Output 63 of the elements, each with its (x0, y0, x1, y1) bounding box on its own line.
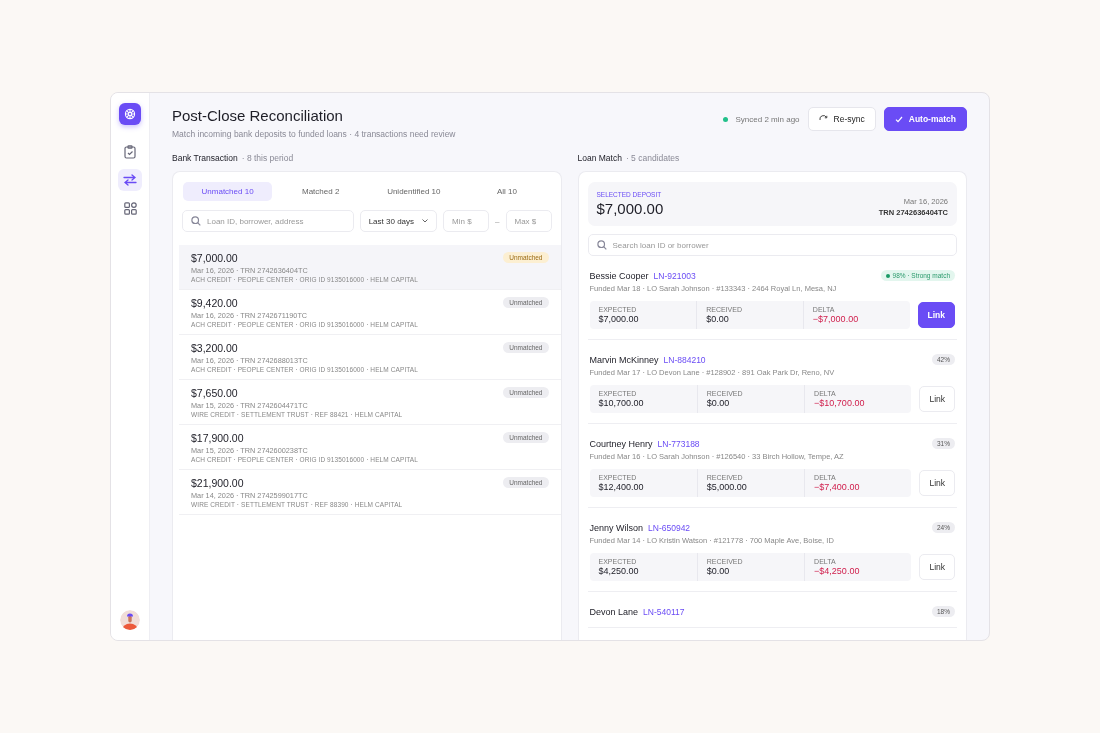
received-amount: $0.00 (706, 398, 731, 408)
page-title: Post-Close Reconciliation (172, 107, 344, 124)
filter-tab[interactable]: All 10 (462, 182, 552, 201)
borrower-name: Devon Lane (589, 606, 639, 617)
delta-amount: −$10,700.00 (814, 398, 866, 408)
check-icon (894, 115, 903, 123)
filter-tab[interactable]: Unmatched 10 (183, 182, 273, 201)
delta-amount: −$7,400.00 (814, 482, 861, 492)
loan-id-link[interactable]: LN-650942 (648, 522, 691, 533)
borrower-name: Courtney Henry (589, 438, 653, 449)
loan-id-link[interactable]: LN-540117 (643, 606, 685, 617)
search-field[interactable]: Loan ID, borrower, address (182, 210, 354, 232)
link-button[interactable]: Link (919, 386, 955, 412)
loan-id-link[interactable]: LN-921003 (653, 270, 696, 281)
resync-button[interactable]: Re-sync (807, 107, 876, 131)
delta-amount: −$7,000.00 (812, 314, 860, 324)
avatar-icon[interactable] (120, 610, 140, 630)
min-amount-field[interactable]: Min $ (443, 210, 490, 232)
status-dot-icon (722, 116, 728, 122)
link-button[interactable]: Link (919, 470, 955, 496)
search-icon (596, 240, 607, 250)
section-count: · 8 this period (241, 153, 294, 163)
section-title: Loan Match (577, 153, 622, 163)
borrower-name: Bessie Cooper (589, 270, 649, 281)
expected-amount: $4,250.00 (598, 566, 640, 576)
link-button[interactable]: Link (917, 302, 955, 328)
loan-search-field[interactable]: Search loan ID or borrower (587, 234, 957, 256)
loan-id-link[interactable]: LN-884210 (663, 354, 706, 365)
transaction-amount: $21,900.00 (191, 477, 245, 489)
transaction-amount: $17,900.00 (191, 432, 245, 444)
sync-status: Synced 2 min ago (735, 114, 800, 124)
transaction-amount: $7,000.00 (191, 252, 239, 264)
chevron-down-icon (422, 219, 429, 223)
received-amount: $0.00 (706, 566, 731, 576)
page-subtitle: Match incoming bank deposits to funded loans · 4 transactions need review (172, 129, 456, 139)
swap-icon (123, 174, 137, 186)
max-amount-field[interactable]: Max $ (505, 210, 552, 232)
period-dropdown[interactable]: Last 30 days (359, 210, 438, 232)
section-title: Bank Transaction (172, 153, 238, 163)
section-count: · 5 candidates (625, 153, 680, 163)
grid-icon (123, 201, 137, 215)
loan-id-link[interactable]: LN-773188 (657, 438, 700, 449)
search-icon (191, 216, 201, 226)
received-amount: $0.00 (706, 314, 730, 324)
range-dash: – (495, 216, 500, 226)
transaction-amount: $3,200.00 (191, 342, 239, 354)
logo-icon (119, 103, 141, 125)
borrower-name: Marvin McKinney (589, 354, 659, 365)
expected-amount: $10,700.00 (598, 398, 645, 408)
link-button[interactable]: Link (919, 554, 955, 580)
sidebar-item[interactable] (118, 169, 142, 191)
delta-amount: −$4,250.00 (814, 566, 861, 576)
deposit-amount: $7,000.00 (596, 200, 664, 217)
borrower-name: Jenny Wilson (589, 522, 644, 533)
expected-amount: $7,000.00 (598, 314, 640, 324)
filter-tab[interactable]: Matched 2 (276, 182, 366, 201)
automatch-button[interactable]: Auto-match (883, 107, 967, 131)
expected-amount: $12,400.00 (598, 482, 645, 492)
transaction-amount: $9,420.00 (191, 297, 239, 309)
received-amount: $5,000.00 (706, 482, 748, 492)
clipboard-icon (124, 145, 136, 159)
transaction-amount: $7,650.00 (191, 387, 239, 399)
filter-tab[interactable]: Unidentified 10 (369, 182, 459, 201)
